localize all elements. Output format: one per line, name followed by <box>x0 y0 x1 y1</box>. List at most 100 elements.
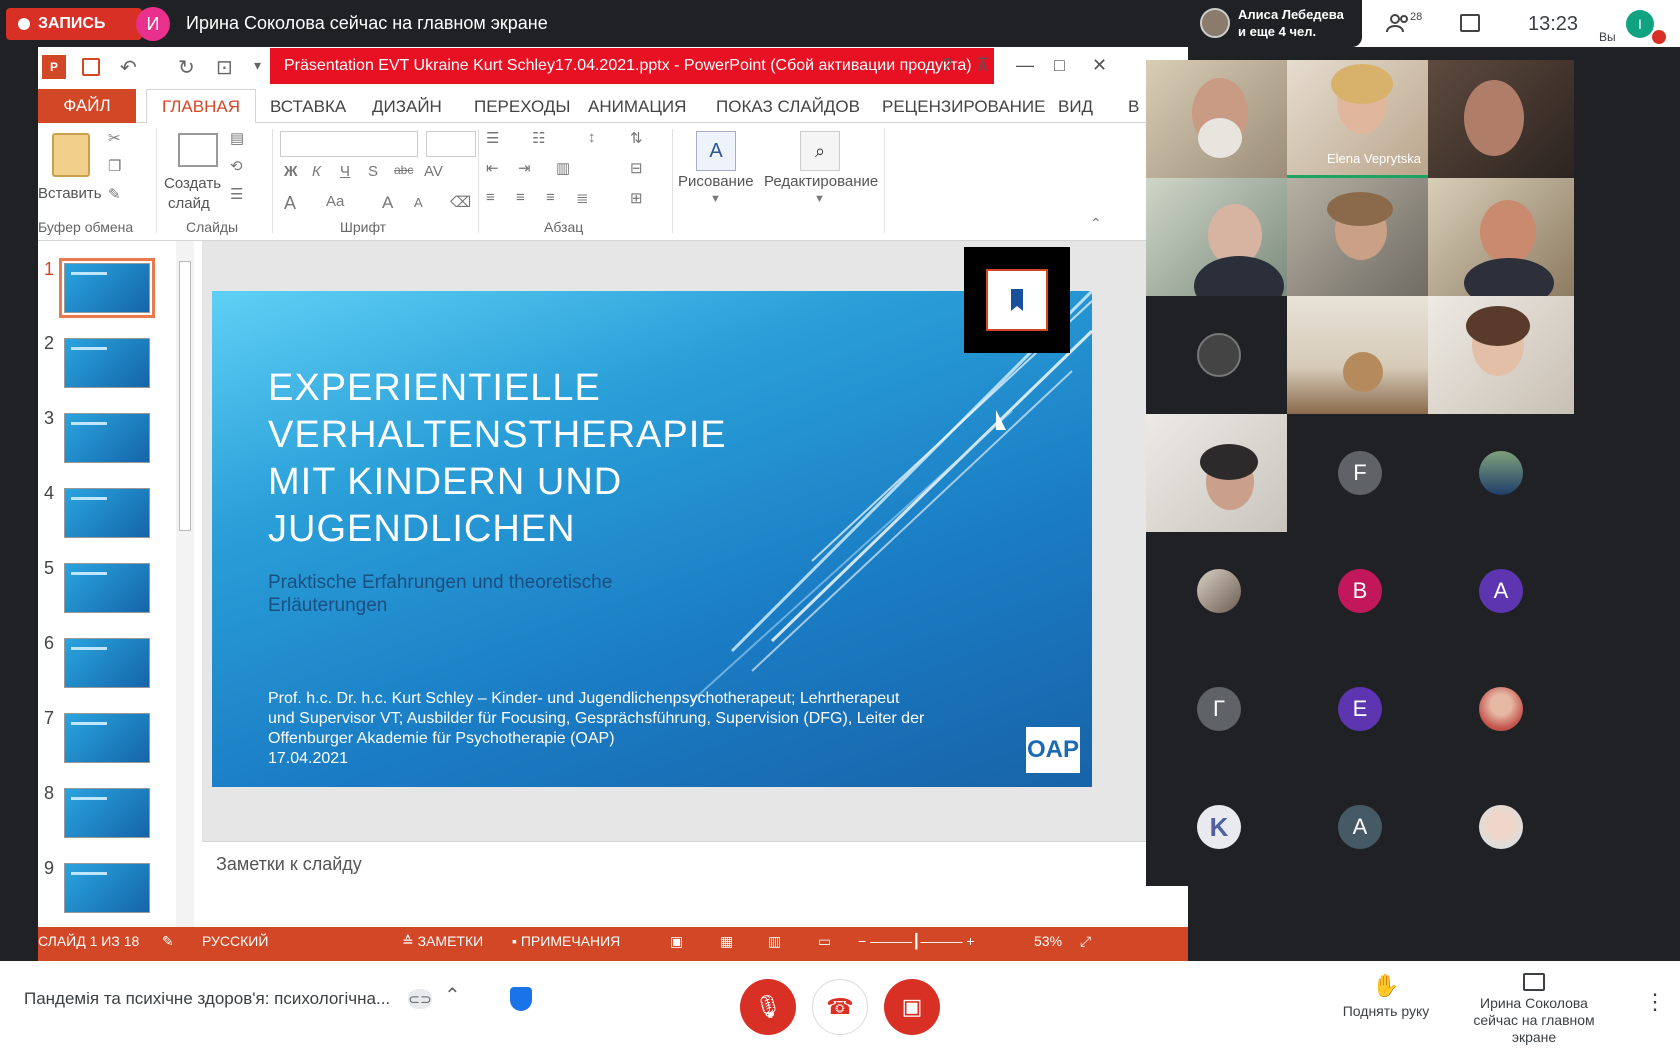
participant-tile[interactable]: Elena Veprytska <box>1287 60 1433 178</box>
collapse-ribbon-icon[interactable]: ⌃ <box>1090 215 1102 232</box>
participant-tile[interactable] <box>1428 60 1574 178</box>
tab-design[interactable]: ДИЗАЙН <box>372 97 442 117</box>
participant-tile[interactable]: K <box>1146 768 1292 886</box>
fit-slide-icon[interactable]: ⤢ <box>1080 933 1091 950</box>
pinned-speaker-pill[interactable]: Алиса Лебедева и еще 4 чел. <box>1194 0 1362 47</box>
paste-icon[interactable] <box>52 133 90 177</box>
slide-thumbnail[interactable] <box>64 563 150 613</box>
participant-tile[interactable] <box>1146 178 1292 296</box>
meeting-title[interactable]: Пандемія та психічне здоров'я: психологі… <box>24 989 390 1009</box>
participant-tile[interactable]: A <box>1428 532 1574 650</box>
participant-tile[interactable]: Г <box>1146 650 1292 768</box>
line-spacing-icon[interactable]: ↕ <box>588 129 596 146</box>
increase-indent-icon[interactable]: ⇥ <box>518 159 531 177</box>
undo-icon[interactable]: ↶ <box>120 55 137 80</box>
decrease-indent-icon[interactable]: ⇤ <box>486 159 499 177</box>
reading-view-icon[interactable]: ▥ <box>768 933 781 950</box>
tab-more[interactable]: В <box>1128 97 1139 117</box>
slide-thumbnail[interactable] <box>64 488 150 538</box>
align-text-icon[interactable]: ⊟ <box>630 159 643 177</box>
justify-icon[interactable]: ≣ <box>576 189 589 207</box>
current-slide[interactable]: EXPERIENTIELLE VERHALTENSTHERAPIE MIT KI… <box>212 291 1092 787</box>
maximize-icon[interactable]: □ <box>1054 55 1065 76</box>
align-left-icon[interactable]: ≡ <box>486 189 495 206</box>
leave-call-button[interactable]: ☎ <box>812 979 868 1035</box>
slide-thumbnail[interactable] <box>64 713 150 763</box>
zoom-level[interactable]: 53% <box>1034 933 1062 949</box>
tab-insert[interactable]: ВСТАВКА <box>270 97 346 117</box>
participant-tile[interactable] <box>1428 296 1574 414</box>
self-avatar[interactable]: I <box>1626 10 1654 38</box>
presenting-indicator[interactable]: Ирина Соколова сейчас на главном экране <box>1450 973 1618 1046</box>
participant-tile[interactable] <box>1428 768 1574 886</box>
participant-tile[interactable] <box>1428 650 1574 768</box>
slide-thumbnail[interactable] <box>64 788 150 838</box>
shadow-button[interactable]: S <box>368 163 378 180</box>
mic-off-button[interactable]: 🎙 <box>740 979 796 1035</box>
redo-icon[interactable]: ↻ <box>178 55 195 80</box>
font-color-button[interactable]: A <box>284 193 296 214</box>
paste-button[interactable]: Вставить <box>38 185 102 202</box>
participant-tile[interactable] <box>1428 414 1574 532</box>
chevron-up-icon[interactable]: ⌃ <box>444 983 461 1008</box>
reset-icon[interactable]: ⟲ <box>230 157 243 175</box>
participant-tile[interactable] <box>1146 60 1292 178</box>
scroll-thumb[interactable] <box>179 261 191 531</box>
format-painter-icon[interactable]: ✎ <box>108 185 121 203</box>
slideshow-view-icon[interactable]: ▭ <box>818 933 831 950</box>
italic-button[interactable]: К <box>312 163 321 180</box>
participant-tile[interactable]: F <box>1287 414 1433 532</box>
tab-animation[interactable]: АНИМАЦИЯ <box>588 97 686 117</box>
participant-tile[interactable] <box>1428 178 1574 296</box>
participant-tile[interactable]: В <box>1287 532 1433 650</box>
notes-pane[interactable]: Заметки к слайду <box>202 841 1188 927</box>
copy-icon[interactable]: ❐ <box>108 157 121 175</box>
tab-review[interactable]: РЕЦЕНЗИРОВАНИЕ <box>882 97 1046 117</box>
zoom-slider[interactable]: − ———┃——— + <box>858 933 975 950</box>
text-direction-icon[interactable]: ⇅ <box>630 129 643 147</box>
chevron-down-icon[interactable]: ▼ <box>814 193 825 205</box>
comments-toggle[interactable]: ▪ ПРИМЕЧАНИЯ <box>512 933 620 949</box>
chat-icon[interactable] <box>1460 14 1480 32</box>
new-slide-label-2[interactable]: слайд <box>168 195 210 212</box>
slide-thumbnail[interactable] <box>64 638 150 688</box>
smartart-icon[interactable]: ⊞ <box>630 189 643 207</box>
participant-tile[interactable]: A <box>1287 768 1433 886</box>
chevron-down-icon[interactable]: ▼ <box>710 193 721 205</box>
strikethrough-button[interactable]: abc <box>394 163 413 177</box>
participant-tile[interactable]: E <box>1287 650 1433 768</box>
thumbnails-scrollbar[interactable] <box>176 241 194 927</box>
font-size-select[interactable] <box>426 131 476 157</box>
camera-off-button[interactable]: ▣ <box>884 979 940 1035</box>
section-icon[interactable]: ☰ <box>230 185 243 203</box>
slide-thumbnail[interactable] <box>64 863 150 913</box>
align-right-icon[interactable]: ≡ <box>546 189 555 206</box>
slide-thumbnail[interactable] <box>64 338 150 388</box>
language-label[interactable]: РУССКИЙ <box>202 933 268 949</box>
raise-hand-button[interactable]: ✋ Поднять руку <box>1336 973 1436 1019</box>
bold-button[interactable]: Ж <box>284 163 298 180</box>
tab-slideshow[interactable]: ПОКАЗ СЛАЙДОВ <box>716 97 860 117</box>
bullets-icon[interactable]: ☰ <box>486 129 499 147</box>
new-slide-icon[interactable] <box>178 133 218 167</box>
minimize-icon[interactable]: — <box>1016 55 1034 76</box>
ribbon-display-icon[interactable]: ⊼ <box>976 55 989 76</box>
slide-thumbnail[interactable] <box>64 413 150 463</box>
grow-font-button[interactable]: A <box>382 193 393 213</box>
sorter-view-icon[interactable]: ▦ <box>720 933 733 950</box>
participant-tile[interactable] <box>1287 296 1433 414</box>
participant-tile[interactable] <box>1146 414 1292 532</box>
tab-file[interactable]: ФАЙЛ <box>38 89 136 123</box>
shrink-font-button[interactable]: A <box>414 195 423 210</box>
drawing-button[interactable]: Рисование <box>678 173 754 190</box>
participant-tile[interactable] <box>1146 296 1292 414</box>
drawing-icon[interactable]: A <box>696 131 736 171</box>
columns-icon[interactable]: ▥ <box>556 159 570 177</box>
clear-format-icon[interactable]: ⌫ <box>450 193 471 211</box>
tab-home[interactable]: ГЛАВНАЯ <box>146 89 256 124</box>
editing-button[interactable]: Редактирование <box>764 173 878 190</box>
char-spacing-button[interactable]: AV <box>424 163 443 180</box>
align-center-icon[interactable]: ≡ <box>516 189 525 206</box>
layout-icon[interactable]: ▤ <box>230 129 244 147</box>
tab-transitions[interactable]: ПЕРЕХОДЫ <box>474 97 570 117</box>
